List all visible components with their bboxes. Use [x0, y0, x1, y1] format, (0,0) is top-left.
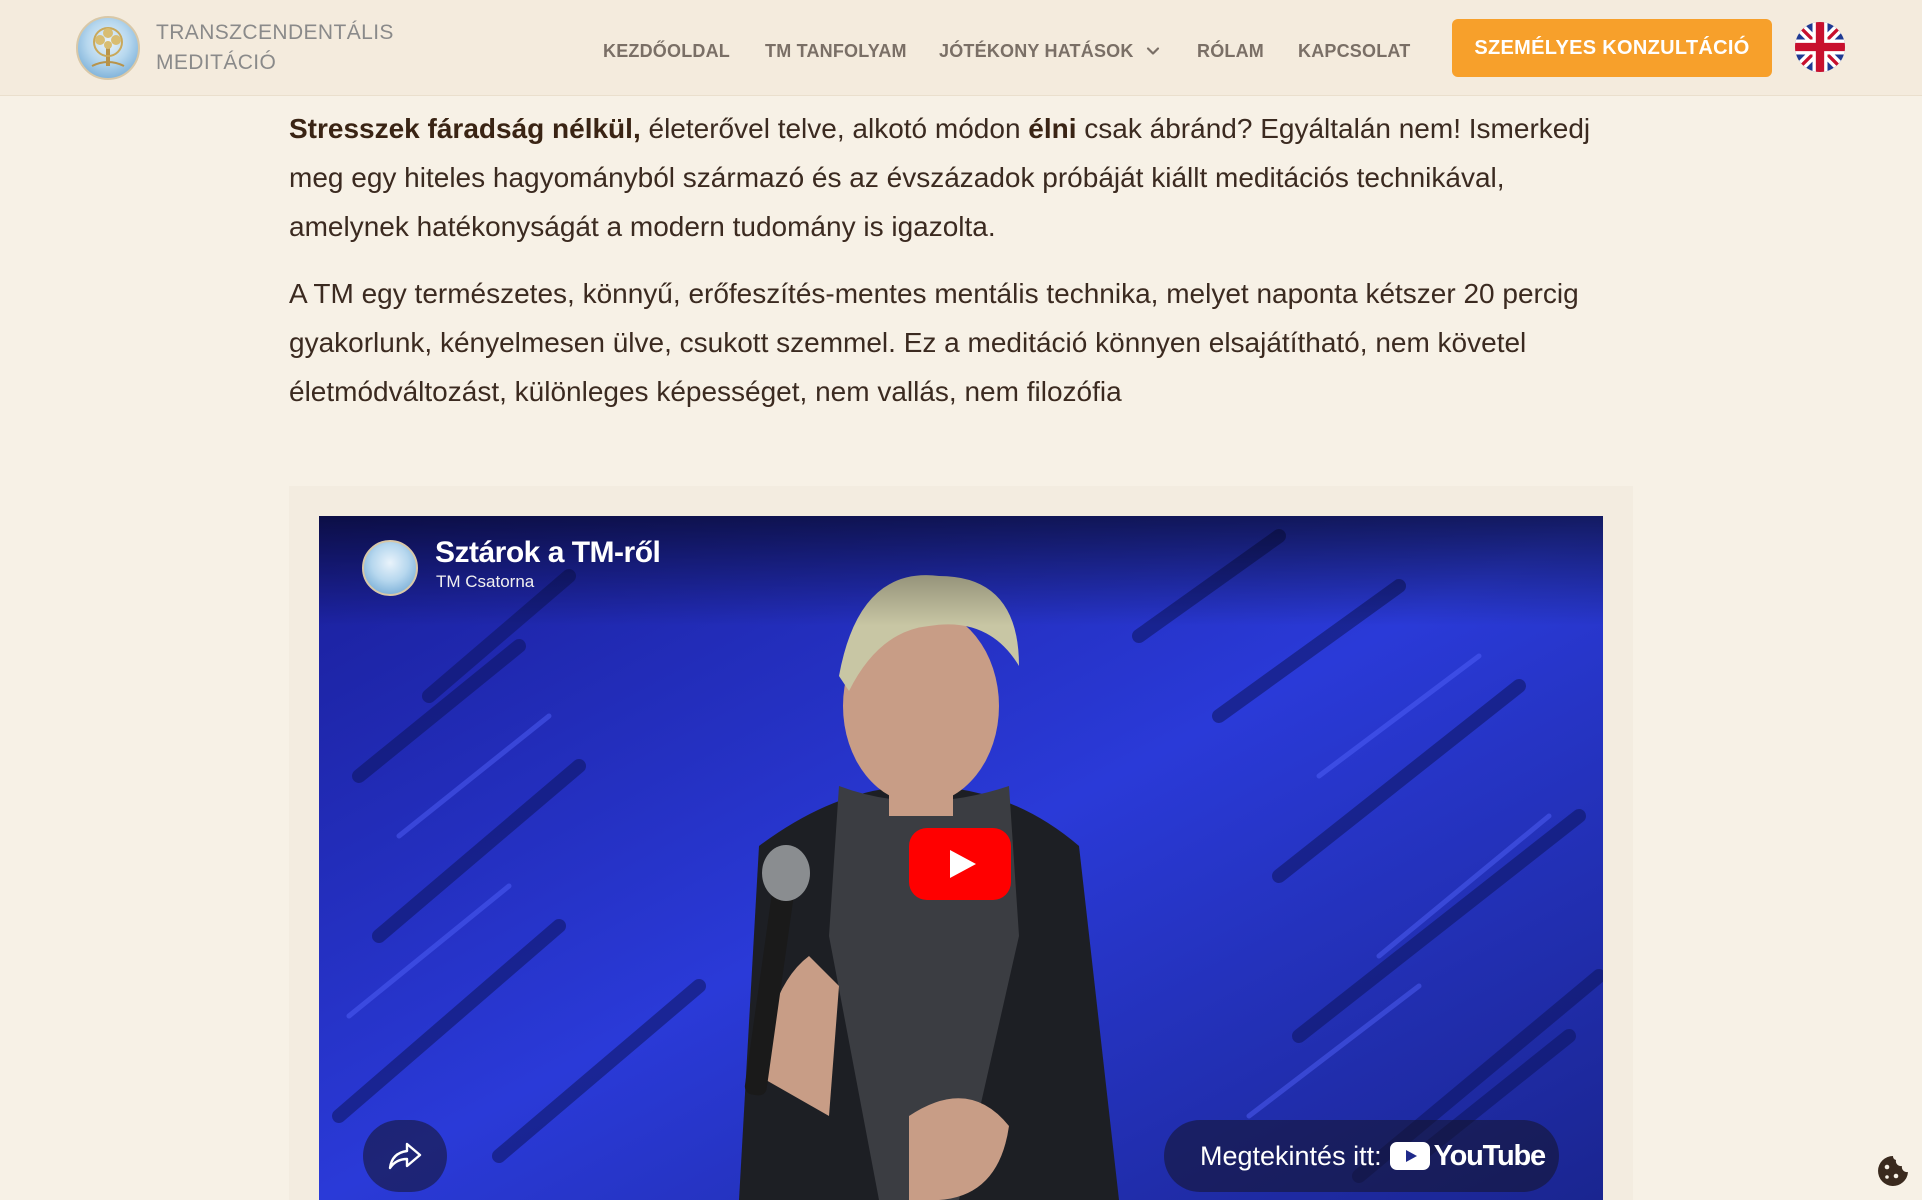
youtube-logo: YouTube	[1389, 1139, 1547, 1173]
chevron-down-icon	[1146, 47, 1159, 55]
nav-item-benefits-label: JÓTÉKONY HATÁSOK	[939, 40, 1134, 61]
nav-item-benefits[interactable]: JÓTÉKONY HATÁSOK	[939, 41, 1160, 62]
video-title[interactable]: Sztárok a TM-ről	[435, 536, 661, 570]
cookie-settings-icon	[1878, 1156, 1908, 1186]
share-icon	[388, 1142, 422, 1170]
intro-text-1: életerővel telve, alkotó módon	[640, 113, 1029, 144]
nav-item-tm-course[interactable]: TM TANFOLYAM	[765, 41, 907, 62]
site-header: TRANSZCENDENTÁLIS MEDITÁCIÓ KEZDŐOLDAL T…	[0, 0, 1922, 96]
youtube-icon	[1389, 1142, 1430, 1170]
play-button[interactable]	[909, 828, 1011, 900]
intro-paragraph-2: A TM egy természetes, könnyű, erőfeszíté…	[289, 278, 1579, 407]
cookie-icon[interactable]	[1876, 1154, 1910, 1188]
watch-on-youtube-button[interactable]: Megtekintés itt: YouTube	[1164, 1120, 1559, 1192]
brand-line-2: MEDITÁCIÓ	[156, 51, 277, 74]
uk-flag-icon[interactable]	[1795, 22, 1845, 72]
nav-item-contact[interactable]: KAPCSOLAT	[1298, 41, 1410, 62]
tree-icon	[91, 27, 125, 67]
brand-name[interactable]: TRANSZCENDENTÁLIS MEDITÁCIÓ	[156, 18, 476, 78]
youtube-embed[interactable]: Sztárok a TM-ről TM Csatorna Megtekintés…	[319, 516, 1603, 1200]
intro-bold-1: Stresszek fáradság nélkül,	[289, 113, 641, 144]
watch-on-label: Megtekintés itt:	[1200, 1140, 1382, 1171]
brand-line-1: TRANSZCENDENTÁLIS	[156, 21, 394, 44]
intro-text: Stresszek fáradság nélkül, életerővel te…	[289, 104, 1629, 416]
channel-avatar[interactable]	[362, 540, 418, 596]
intro-paragraph-1: Stresszek fáradság nélkül, életerővel te…	[289, 104, 1629, 251]
nav-item-about[interactable]: RÓLAM	[1197, 41, 1264, 62]
tree-of-life-logo[interactable]	[76, 16, 140, 80]
video-top-shade	[319, 516, 1603, 626]
video-channel-name: TM Csatorna	[436, 572, 535, 591]
play-icon	[909, 828, 1011, 900]
intro-bold-2: élni	[1028, 113, 1077, 144]
share-button[interactable]	[363, 1120, 447, 1192]
nav-item-home[interactable]: KEZDŐOLDAL	[603, 41, 730, 62]
youtube-wordmark: YouTube	[1433, 1139, 1547, 1172]
language-switch-flag	[1795, 22, 1845, 72]
consultation-button[interactable]: SZEMÉLYES KONZULTÁCIÓ	[1452, 19, 1772, 77]
